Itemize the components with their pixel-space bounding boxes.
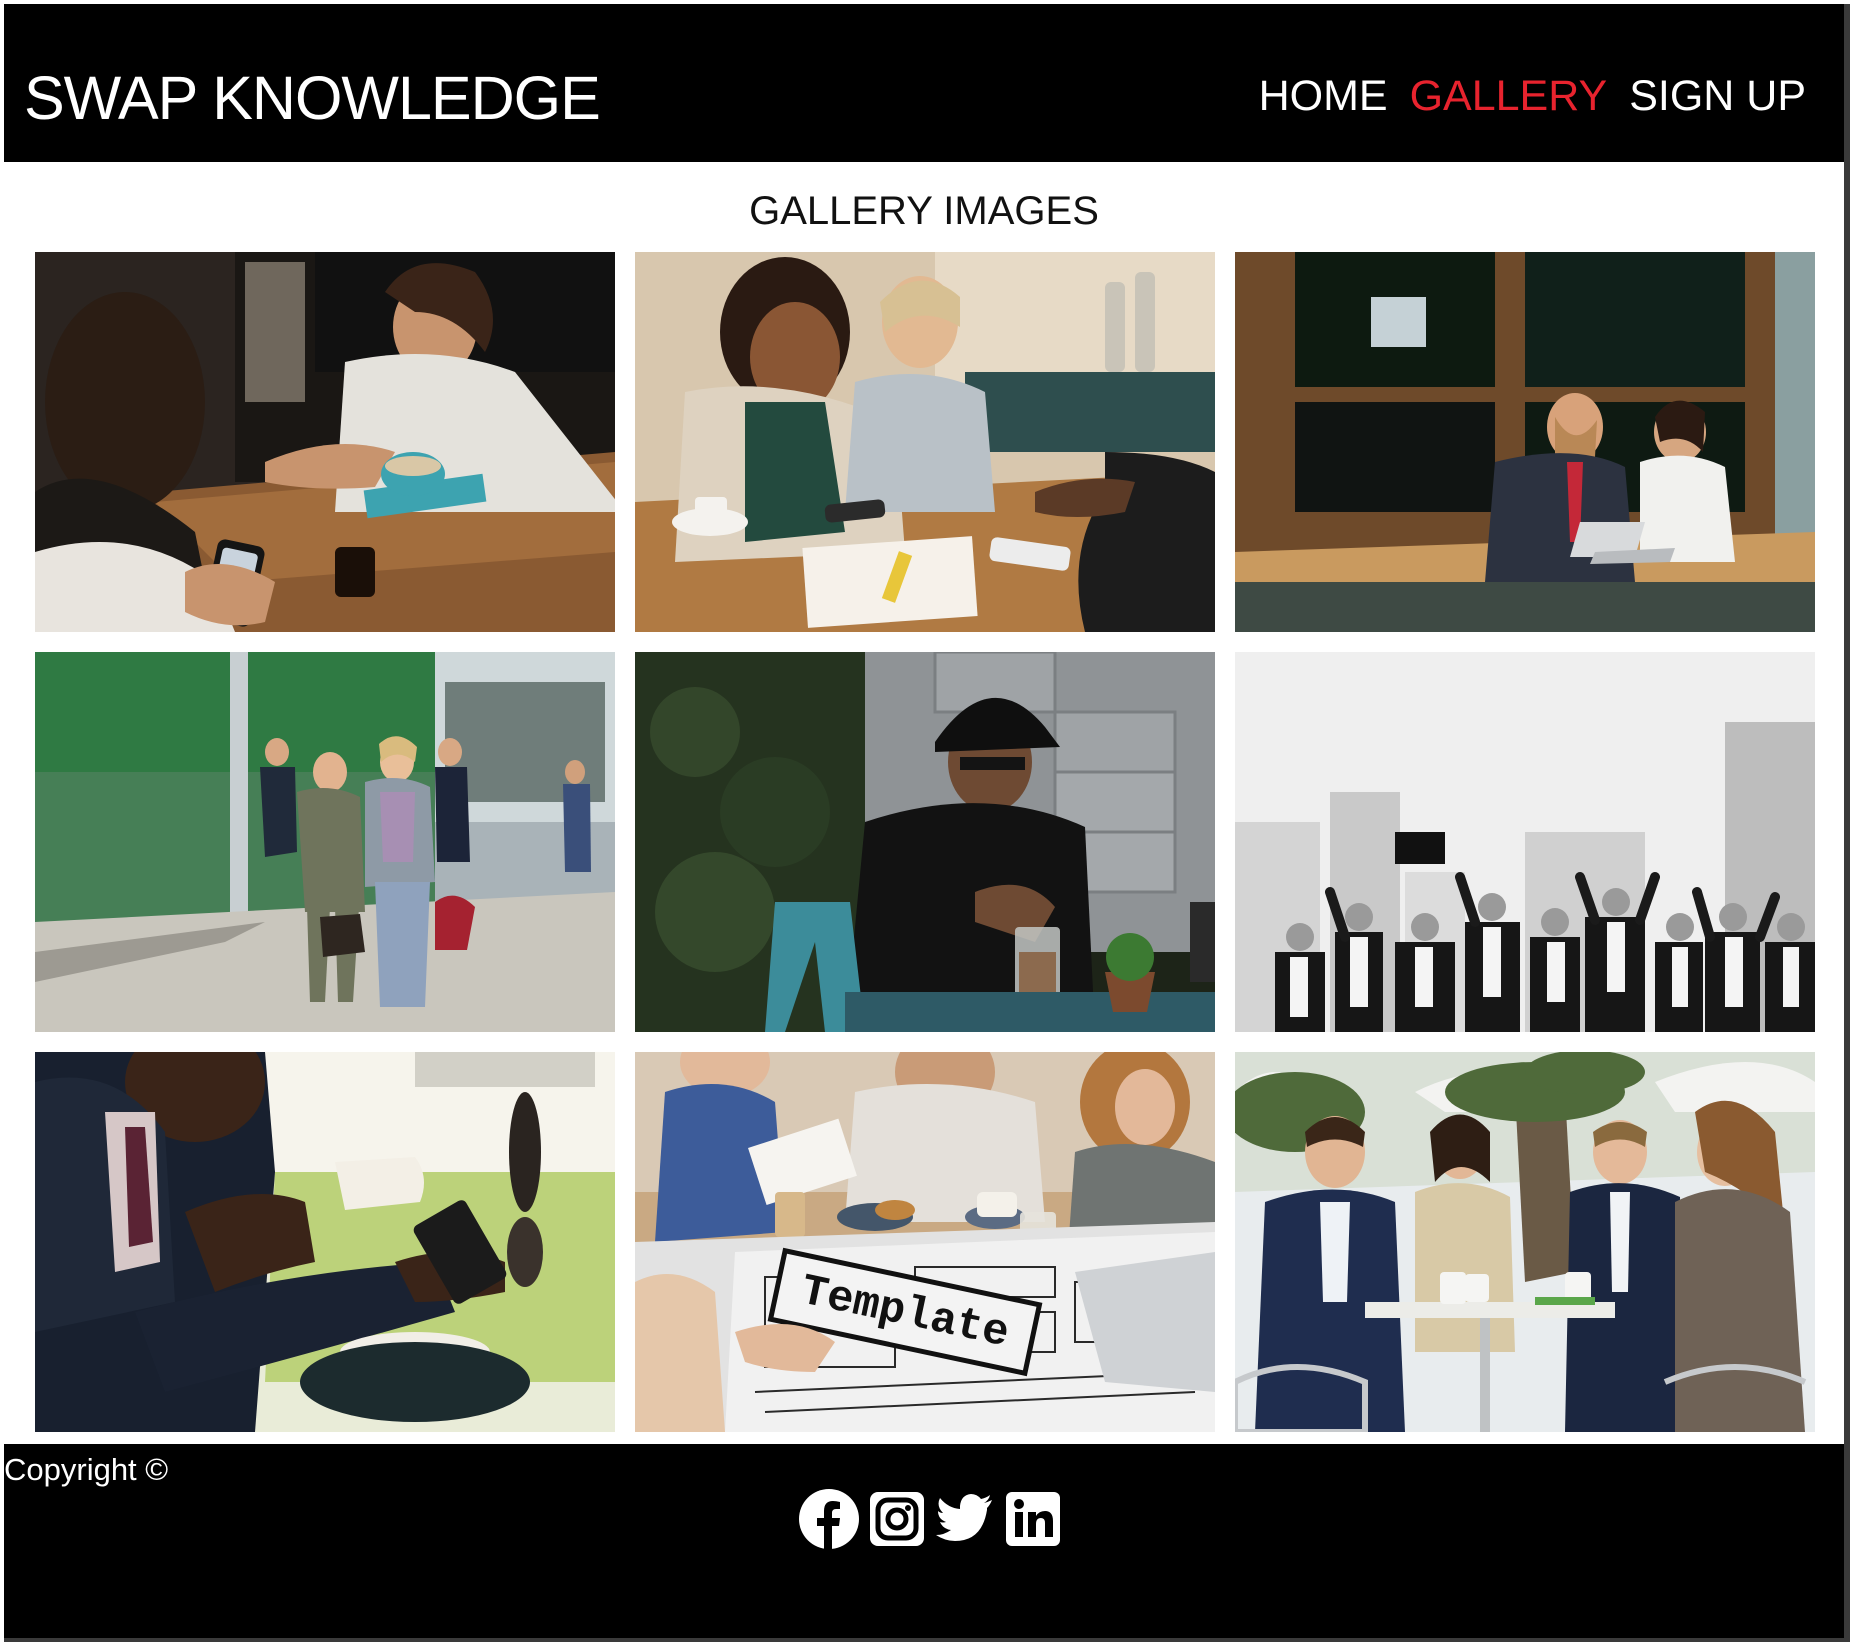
- site-header: SWAP KNOWLEDGE HOME GALLERY SIGN UP: [4, 4, 1844, 162]
- gallery-image-5[interactable]: [635, 652, 1215, 1032]
- page-title: GALLERY IMAGES: [749, 189, 1099, 233]
- copyright-text: Copyright ©: [4, 1452, 169, 1487]
- main-nav: HOME GALLERY SIGN UP: [1259, 70, 1806, 122]
- site-footer: Copyright ©: [4, 1444, 1844, 1638]
- photo-cafe-woman: [35, 252, 615, 632]
- gallery-grid: Template: [35, 252, 1815, 1432]
- nav-gallery-link[interactable]: GALLERY: [1410, 70, 1608, 122]
- gallery-image-4[interactable]: [35, 652, 615, 1032]
- photo-businessman-coffee: [35, 1052, 615, 1432]
- photo-outdoor-cafe-group: [1235, 1052, 1815, 1432]
- page-frame: SWAP KNOWLEDGE HOME GALLERY SIGN UP GALL…: [4, 4, 1850, 1642]
- photo-man-cap-coffee: [635, 652, 1215, 1032]
- gallery-image-8[interactable]: Template: [635, 1052, 1215, 1432]
- linkedin-icon[interactable]: [1002, 1488, 1064, 1550]
- twitter-icon[interactable]: [934, 1488, 996, 1550]
- gallery-image-2[interactable]: [635, 252, 1215, 632]
- gallery-image-3[interactable]: [1235, 252, 1815, 632]
- social-links: [798, 1488, 1064, 1550]
- photo-people-walking: [35, 652, 615, 1032]
- gallery-image-1[interactable]: [35, 252, 615, 632]
- photo-template-meeting: Template: [635, 1052, 1215, 1432]
- facebook-icon[interactable]: [798, 1488, 860, 1550]
- nav-signup-link[interactable]: SIGN UP: [1629, 70, 1806, 122]
- instagram-icon[interactable]: [866, 1488, 928, 1550]
- brand-logo[interactable]: SWAP KNOWLEDGE: [24, 62, 601, 134]
- photo-team-celebrating: [1235, 652, 1815, 1032]
- gallery-image-9[interactable]: [1235, 1052, 1815, 1432]
- gallery-image-6[interactable]: [1235, 652, 1815, 1032]
- gallery-image-7[interactable]: [35, 1052, 615, 1432]
- photo-women-laughing: [635, 252, 1215, 632]
- photo-couple-laptop: [1235, 252, 1815, 632]
- nav-home-link[interactable]: HOME: [1259, 70, 1388, 122]
